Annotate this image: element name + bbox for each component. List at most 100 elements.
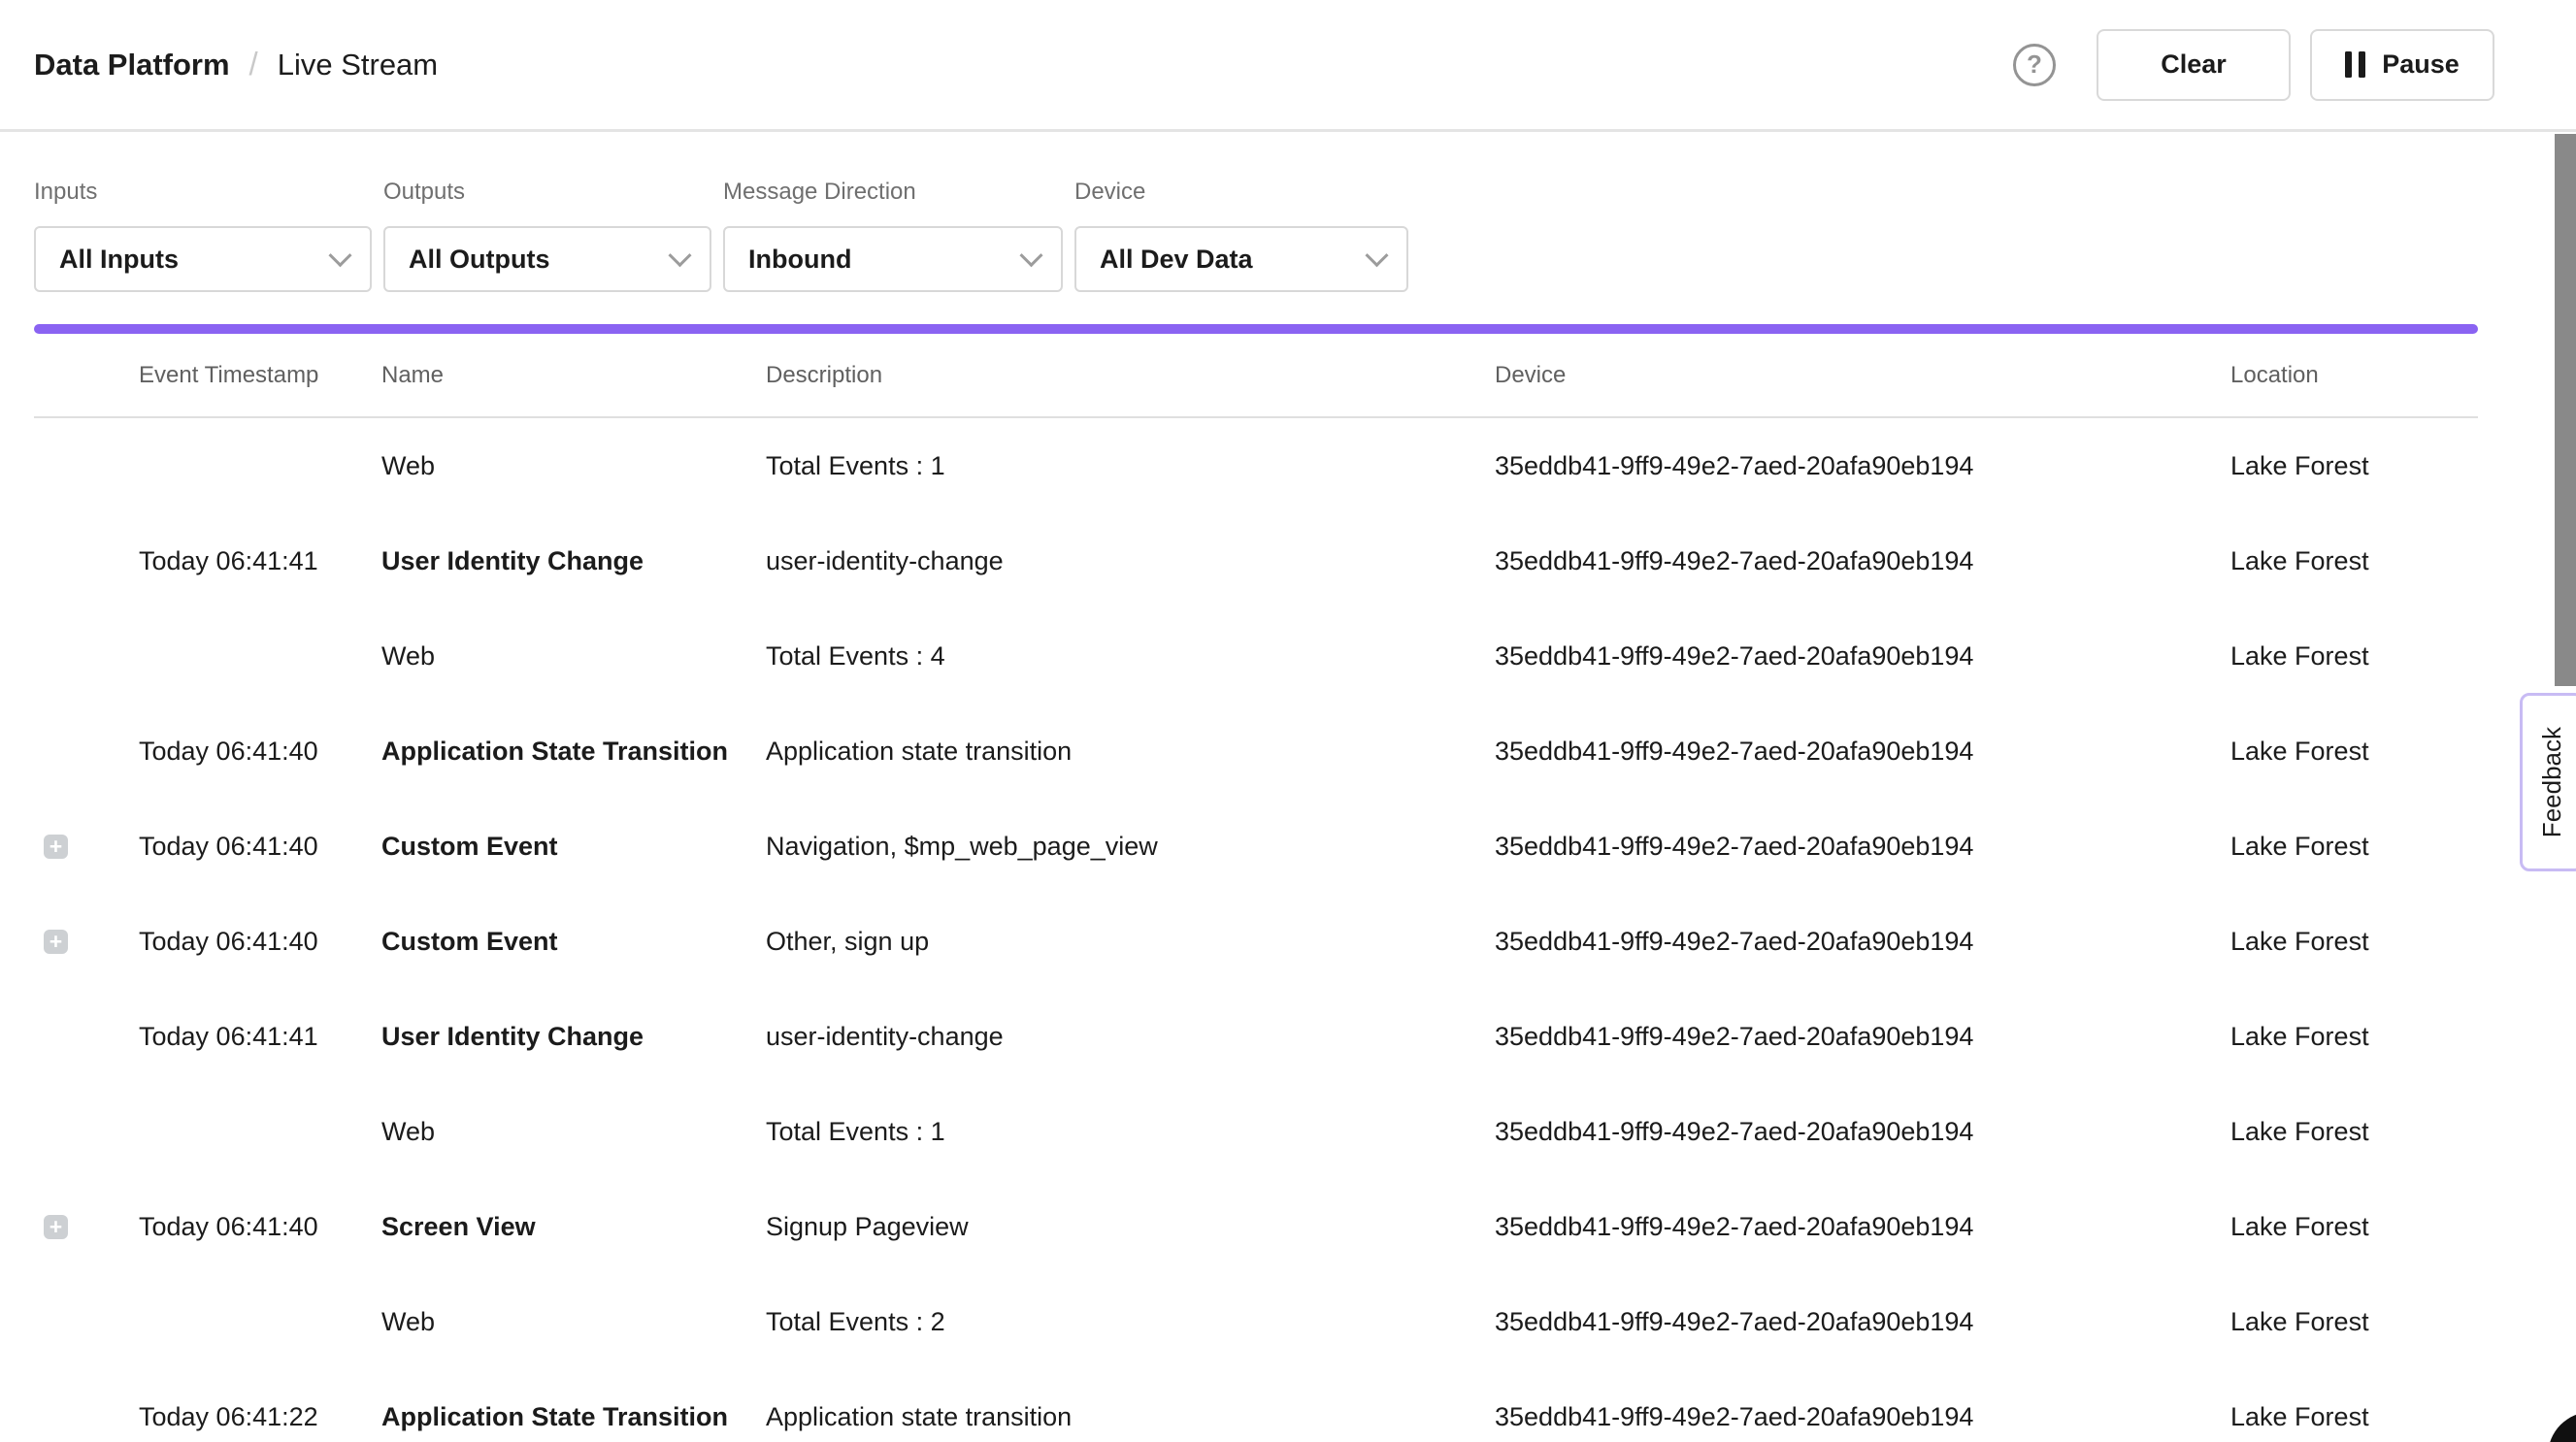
event-location: Lake Forest bbox=[2230, 641, 2478, 672]
help-icon[interactable]: ? bbox=[2013, 44, 2056, 86]
table-row[interactable]: + Today 06:41:40 Application State Trans… bbox=[34, 704, 2478, 799]
pause-icon bbox=[2345, 51, 2365, 78]
clear-button[interactable]: Clear bbox=[2097, 29, 2291, 101]
pause-button[interactable]: Pause bbox=[2310, 29, 2494, 101]
device-dropdown[interactable]: All Dev Data bbox=[1074, 226, 1408, 292]
event-description: Signup Pageview bbox=[766, 1212, 1495, 1242]
breadcrumb-section[interactable]: Data Platform bbox=[34, 48, 230, 82]
table-row[interactable]: + Web Total Events : 2 35eddb41-9ff9-49e… bbox=[34, 1274, 2478, 1369]
expand-icon[interactable]: + bbox=[44, 835, 68, 859]
table-row[interactable]: + Web Total Events : 1 35eddb41-9ff9-49e… bbox=[34, 1084, 2478, 1179]
expand-icon[interactable]: + bbox=[44, 1215, 68, 1239]
event-description: Total Events : 2 bbox=[766, 1307, 1495, 1337]
feedback-tab[interactable]: Feedback bbox=[2520, 693, 2576, 871]
inputs-dropdown[interactable]: All Inputs bbox=[34, 226, 372, 292]
event-device: 35eddb41-9ff9-49e2-7aed-20afa90eb194 bbox=[1495, 451, 2230, 481]
scrollbar[interactable] bbox=[2555, 134, 2576, 686]
expand-cell: + bbox=[34, 739, 139, 764]
event-name: Web bbox=[381, 451, 766, 481]
filter-message-direction-label: Message Direction bbox=[723, 179, 1063, 206]
expand-cell: + bbox=[34, 644, 139, 669]
column-location: Location bbox=[2230, 362, 2478, 389]
event-location: Lake Forest bbox=[2230, 451, 2478, 481]
filter-message-direction: Message Direction Inbound bbox=[723, 179, 1063, 292]
expand-cell: + bbox=[34, 454, 139, 478]
event-timestamp: Today 06:41:40 bbox=[139, 737, 381, 767]
expand-cell: + bbox=[34, 549, 139, 574]
breadcrumb-separator: / bbox=[249, 46, 258, 82]
event-name: Custom Event bbox=[381, 927, 766, 957]
event-location: Lake Forest bbox=[2230, 832, 2478, 862]
event-timestamp: Today 06:41:41 bbox=[139, 546, 381, 576]
filter-bar: Inputs All Inputs Outputs All Outputs Me… bbox=[0, 132, 2576, 292]
event-description: Application state transition bbox=[766, 737, 1495, 767]
event-location: Lake Forest bbox=[2230, 1117, 2478, 1147]
topbar-actions: ? Clear Pause bbox=[2013, 29, 2494, 101]
table-row[interactable]: + Today 06:41:41 User Identity Change us… bbox=[34, 989, 2478, 1084]
event-name: Web bbox=[381, 1117, 766, 1147]
accent-divider bbox=[34, 324, 2478, 334]
table-row[interactable]: + Today 06:41:40 Screen View Signup Page… bbox=[34, 1179, 2478, 1274]
expand-cell: + bbox=[34, 1025, 139, 1049]
event-name: Screen View bbox=[381, 1212, 766, 1242]
event-name: Web bbox=[381, 641, 766, 672]
table-row[interactable]: + Today 06:41:22 Application State Trans… bbox=[34, 1369, 2478, 1442]
expand-icon[interactable]: + bbox=[44, 930, 68, 954]
expand-cell: + bbox=[34, 1215, 139, 1239]
chevron-down-icon bbox=[668, 244, 691, 267]
table-row[interactable]: + Today 06:41:40 Custom Event Navigation… bbox=[34, 799, 2478, 894]
table-row[interactable]: + Today 06:41:41 User Identity Change us… bbox=[34, 513, 2478, 608]
filter-inputs-label: Inputs bbox=[34, 179, 372, 206]
event-description: Total Events : 4 bbox=[766, 641, 1495, 672]
event-timestamp: Today 06:41:22 bbox=[139, 1402, 381, 1432]
device-dropdown-value: All Dev Data bbox=[1100, 245, 1253, 275]
event-device: 35eddb41-9ff9-49e2-7aed-20afa90eb194 bbox=[1495, 737, 2230, 767]
expand-cell: + bbox=[34, 1120, 139, 1144]
event-device: 35eddb41-9ff9-49e2-7aed-20afa90eb194 bbox=[1495, 1117, 2230, 1147]
filter-device-label: Device bbox=[1074, 179, 1408, 206]
event-location: Lake Forest bbox=[2230, 1022, 2478, 1052]
column-name: Name bbox=[381, 362, 766, 389]
table-row[interactable]: + Web Total Events : 1 35eddb41-9ff9-49e… bbox=[34, 418, 2478, 513]
table-row[interactable]: + Web Total Events : 4 35eddb41-9ff9-49e… bbox=[34, 608, 2478, 704]
event-description: Application state transition bbox=[766, 1402, 1495, 1432]
breadcrumb: Data Platform / Live Stream bbox=[34, 47, 438, 83]
expand-cell: + bbox=[34, 1310, 139, 1334]
event-location: Lake Forest bbox=[2230, 1212, 2478, 1242]
event-name: Web bbox=[381, 1307, 766, 1337]
event-description: Total Events : 1 bbox=[766, 451, 1495, 481]
event-location: Lake Forest bbox=[2230, 1402, 2478, 1432]
chat-widget-corner[interactable] bbox=[2548, 1412, 2576, 1442]
topbar: Data Platform / Live Stream ? Clear Paus… bbox=[0, 0, 2576, 132]
inputs-dropdown-value: All Inputs bbox=[59, 245, 179, 275]
expand-cell: + bbox=[34, 835, 139, 859]
outputs-dropdown[interactable]: All Outputs bbox=[383, 226, 711, 292]
message-direction-dropdown[interactable]: Inbound bbox=[723, 226, 1063, 292]
event-name: Custom Event bbox=[381, 832, 766, 862]
column-device: Device bbox=[1495, 362, 2230, 389]
event-timestamp: Today 06:41:40 bbox=[139, 1212, 381, 1242]
event-timestamp: Today 06:41:41 bbox=[139, 1022, 381, 1052]
live-stream-table: Event Timestamp Name Description Device … bbox=[34, 334, 2478, 1442]
event-device: 35eddb41-9ff9-49e2-7aed-20afa90eb194 bbox=[1495, 546, 2230, 576]
event-device: 35eddb41-9ff9-49e2-7aed-20afa90eb194 bbox=[1495, 927, 2230, 957]
event-description: Other, sign up bbox=[766, 927, 1495, 957]
pause-button-label: Pause bbox=[2382, 49, 2460, 80]
filter-device: Device All Dev Data bbox=[1074, 179, 1408, 292]
message-direction-dropdown-value: Inbound bbox=[748, 245, 851, 275]
event-device: 35eddb41-9ff9-49e2-7aed-20afa90eb194 bbox=[1495, 1402, 2230, 1432]
outputs-dropdown-value: All Outputs bbox=[409, 245, 549, 275]
event-device: 35eddb41-9ff9-49e2-7aed-20afa90eb194 bbox=[1495, 641, 2230, 672]
event-location: Lake Forest bbox=[2230, 1307, 2478, 1337]
event-timestamp: Today 06:41:40 bbox=[139, 927, 381, 957]
filter-outputs-label: Outputs bbox=[383, 179, 711, 206]
table-header: Event Timestamp Name Description Device … bbox=[34, 334, 2478, 418]
table-body: + Web Total Events : 1 35eddb41-9ff9-49e… bbox=[34, 418, 2478, 1442]
table-row[interactable]: + Today 06:41:40 Custom Event Other, sig… bbox=[34, 894, 2478, 989]
page-title: Live Stream bbox=[278, 48, 438, 82]
event-description: Total Events : 1 bbox=[766, 1117, 1495, 1147]
event-location: Lake Forest bbox=[2230, 546, 2478, 576]
chevron-down-icon bbox=[1019, 244, 1042, 267]
feedback-tab-label: Feedback bbox=[2537, 727, 2567, 837]
event-name: Application State Transition bbox=[381, 1402, 766, 1432]
